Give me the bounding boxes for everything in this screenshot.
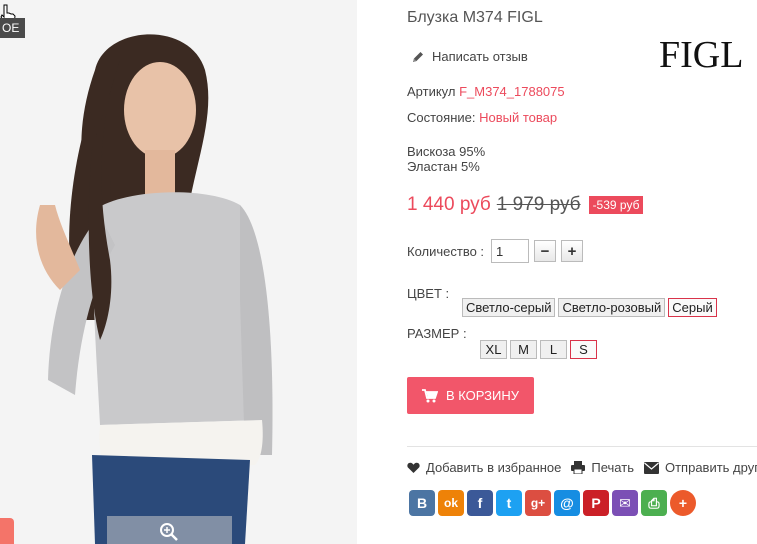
print-share-icon[interactable]: ⎙	[641, 490, 667, 516]
email-icon[interactable]: ✉	[612, 490, 638, 516]
print-label: Печать	[591, 460, 634, 475]
size-option-xl[interactable]: XL	[480, 340, 507, 359]
quantity-minus-button[interactable]: −	[534, 240, 557, 262]
side-tab[interactable]	[0, 518, 14, 544]
cart-icon	[421, 388, 438, 402]
print-link[interactable]: Печать	[571, 460, 634, 475]
condition-label: Состояние:	[407, 110, 476, 125]
heart-icon	[407, 462, 420, 473]
color-option-light-pink[interactable]: Светло-розовый	[558, 298, 666, 317]
googleplus-icon[interactable]: g+	[525, 490, 551, 516]
quantity-input[interactable]	[491, 239, 530, 263]
more-share-icon[interactable]: +	[670, 490, 696, 516]
product-title: Блузка M374 FIGL	[407, 9, 543, 26]
add-to-favorites-link[interactable]: Добавить в избранное	[407, 460, 561, 475]
add-to-cart-label: В КОРЗИНУ	[445, 388, 520, 403]
vk-icon[interactable]: В	[409, 490, 435, 516]
article-row: Артикул F_M374_1788075	[407, 84, 565, 99]
article-value: F_M374_1788075	[459, 84, 565, 99]
color-options: Светло-серый Светло-розовый Серый	[462, 298, 717, 317]
quantity-row: Количество : − +	[407, 239, 584, 263]
send-to-friend-link[interactable]: Отправить другу	[643, 460, 757, 475]
envelope-icon	[643, 461, 659, 474]
pencil-icon	[413, 51, 423, 62]
condition-row: Состояние: Новый товар	[407, 110, 557, 125]
size-option-m[interactable]: M	[510, 340, 537, 359]
send-to-friend-label: Отправить другу	[664, 460, 757, 475]
product-info: Блузка M374 FIGL FIGL Написать отзыв Арт…	[407, 0, 757, 544]
color-option-gray[interactable]: Серый	[668, 298, 717, 317]
add-to-favorites-label: Добавить в избранное	[426, 460, 562, 475]
product-image[interactable]: ОЕ	[0, 0, 357, 544]
discount-badge: -539 руб	[588, 196, 644, 214]
facebook-icon[interactable]: f	[467, 490, 493, 516]
current-price: 1 440 руб	[407, 194, 491, 215]
color-label: ЦВЕТ :	[407, 286, 450, 301]
quantity-label: Количество :	[407, 243, 485, 259]
size-options: XL M L S	[480, 340, 597, 359]
quantity-plus-button[interactable]: +	[561, 240, 584, 262]
zoom-icon[interactable]	[159, 522, 179, 542]
size-label: РАЗМЕР :	[407, 326, 467, 341]
article-label: Артикул	[407, 84, 456, 99]
twitter-icon[interactable]: t	[496, 490, 522, 516]
size-option-s[interactable]: S	[570, 340, 597, 359]
old-price: 1 979 руб	[496, 194, 581, 215]
composition-line-1: Вискоза 95%	[407, 144, 486, 159]
printer-icon	[571, 461, 586, 474]
product-photo	[0, 0, 357, 544]
brand-logo: FIGL	[659, 34, 744, 76]
odnoklassniki-icon[interactable]: ok	[438, 490, 464, 516]
mailru-icon[interactable]: @	[554, 490, 580, 516]
new-badge: ОЕ	[0, 18, 26, 38]
product-actions: Добавить в избранное Печать Отправить др…	[407, 460, 757, 475]
share-buttons: Вok f t g+ @ P ✉ ⎙ +	[409, 490, 696, 516]
write-review-link[interactable]: Написать отзыв	[411, 49, 528, 64]
divider	[407, 446, 757, 447]
pinterest-icon[interactable]: P	[583, 490, 609, 516]
write-review-label: Написать отзыв	[432, 49, 528, 64]
color-option-light-gray[interactable]: Светло-серый	[462, 298, 556, 317]
composition-line-2: Эластан 5%	[407, 159, 480, 174]
add-to-cart-button[interactable]: В КОРЗИНУ	[407, 377, 534, 414]
zoom-overlay[interactable]	[107, 516, 232, 544]
size-option-l[interactable]: L	[540, 340, 567, 359]
condition-value: Новый товар	[479, 110, 558, 125]
price-row: 1 440 руб 1 979 руб -539 руб	[407, 194, 644, 216]
